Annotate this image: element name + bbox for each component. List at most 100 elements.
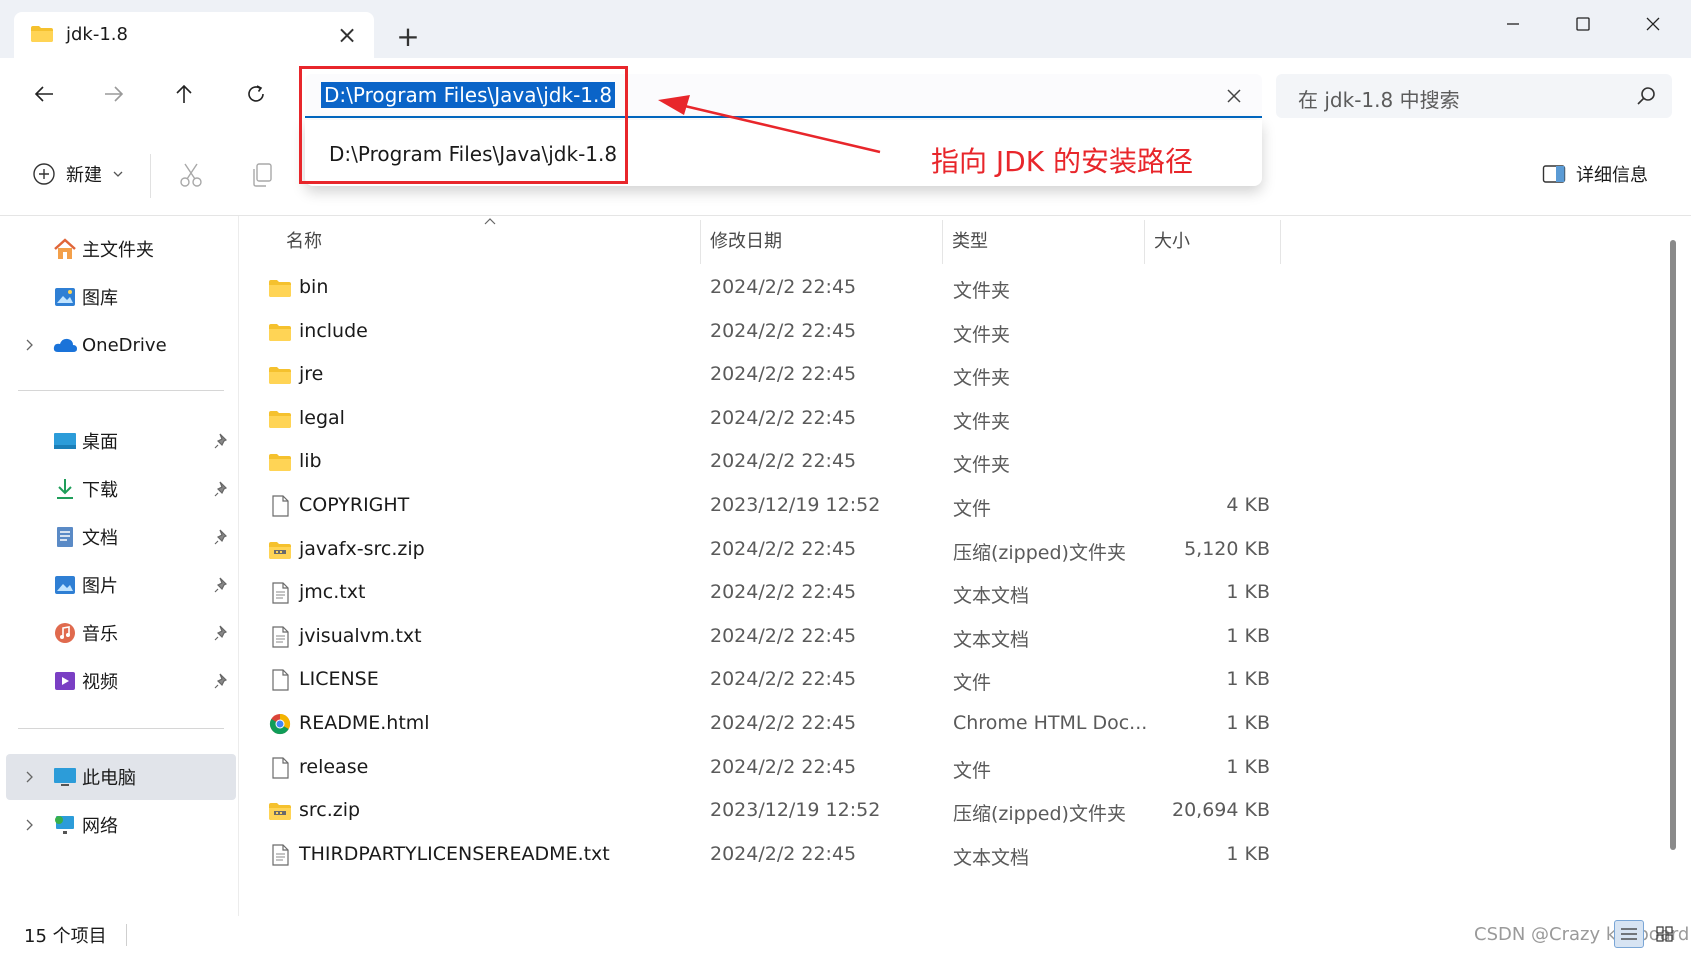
details-pane-button[interactable]: 详细信息	[1542, 158, 1648, 190]
item-count: 15 个项目	[24, 926, 107, 947]
details-label: 详细信息	[1576, 165, 1648, 186]
refresh-button[interactable]	[234, 74, 278, 114]
clear-icon[interactable]	[1220, 82, 1248, 110]
sidebar-item-home[interactable]: 主文件夹	[6, 226, 236, 272]
sidebar-item-network[interactable]: 网络	[6, 802, 236, 848]
copy-icon[interactable]	[248, 160, 278, 190]
table-row[interactable]: jre 2024/2/2 22:45 文件夹	[260, 351, 1520, 398]
details-view-button[interactable]	[1614, 920, 1644, 948]
sidebar-item-onedrive[interactable]: OneDrive	[6, 322, 236, 368]
sidebar-item-pictures[interactable]: 图片	[6, 562, 236, 608]
file-size: 20,694 KB	[1171, 799, 1270, 822]
column-divider[interactable]	[700, 220, 701, 264]
forward-button[interactable]	[92, 74, 136, 114]
sidebar-item-this-pc[interactable]: 此电脑	[6, 754, 236, 800]
table-row[interactable]: LICENSE 2024/2/2 22:45 文件 1 KB	[260, 656, 1520, 703]
maximize-button[interactable]	[1560, 8, 1606, 40]
table-row[interactable]: release 2024/2/2 22:45 文件 1 KB	[260, 744, 1520, 791]
close-window-button[interactable]	[1630, 8, 1676, 40]
pin-icon[interactable]	[214, 577, 230, 593]
new-button[interactable]: 新建	[32, 158, 124, 190]
search-icon[interactable]	[1636, 85, 1658, 107]
file-name[interactable]: bin	[299, 276, 328, 298]
download-icon	[57, 479, 73, 499]
column-divider[interactable]	[1280, 220, 1281, 264]
chevron-right-icon[interactable]	[22, 818, 36, 832]
vertical-scrollbar[interactable]	[1664, 216, 1682, 916]
column-header-type[interactable]: 类型	[952, 224, 988, 260]
table-row[interactable]: javafx-src.zip 2024/2/2 22:45 压缩(zipped)文件…	[260, 526, 1520, 573]
tiles-view-icon	[1656, 926, 1673, 942]
back-button[interactable]	[22, 74, 66, 114]
pin-icon[interactable]	[214, 529, 230, 545]
file-name[interactable]: README.html	[299, 712, 430, 734]
folder-icon	[268, 363, 292, 387]
table-row[interactable]: bin 2024/2/2 22:45 文件夹	[260, 264, 1520, 311]
file-name[interactable]: include	[299, 320, 368, 342]
file-type: 文本文档	[953, 846, 1030, 869]
file-name[interactable]: javafx-src.zip	[299, 538, 425, 560]
table-row[interactable]: THIRDPARTYLICENSEREADME.txt 2024/2/2 22:4…	[260, 831, 1520, 878]
close-tab-icon[interactable]: ×	[332, 20, 362, 50]
sidebar-item-documents[interactable]: 文档	[6, 514, 236, 560]
file-name[interactable]: COPYRIGHT	[299, 494, 409, 516]
network-icon	[55, 816, 74, 834]
column-divider[interactable]	[942, 220, 943, 264]
table-row[interactable]: legal 2024/2/2 22:45 文件夹	[260, 395, 1520, 442]
search-box[interactable]: 在 jdk-1.8 中搜索	[1276, 74, 1672, 118]
file-size: 1 KB	[1226, 842, 1270, 865]
file-name[interactable]: LICENSE	[299, 668, 379, 690]
file-name[interactable]: src.zip	[299, 799, 360, 821]
file-name[interactable]: jvisualvm.txt	[299, 625, 422, 647]
file-icon	[268, 494, 292, 518]
table-row[interactable]: README.html 2024/2/2 22:45 Chrome HTML Doc…	[260, 700, 1520, 747]
tab-jdk[interactable]: jdk-1.8 ×	[14, 12, 374, 58]
chevron-right-icon[interactable]	[22, 770, 36, 784]
file-icon	[268, 668, 292, 692]
sidebar-item-videos[interactable]: 视频	[6, 658, 236, 704]
file-size: 5,120 KB	[1184, 537, 1270, 560]
sidebar-item-desktop[interactable]: 桌面	[6, 418, 236, 464]
tiles-view-button[interactable]	[1650, 920, 1680, 948]
file-type: 文件	[953, 498, 992, 520]
table-row[interactable]: COPYRIGHT 2023/12/19 12:52 文件 4 KB	[260, 482, 1520, 529]
file-size: 1 KB	[1226, 624, 1270, 647]
sidebar-item-music[interactable]: 音乐	[6, 610, 236, 656]
file-name[interactable]: jre	[299, 363, 323, 385]
table-row[interactable]: jmc.txt 2024/2/2 22:45 文本文档 1 KB	[260, 569, 1520, 616]
pin-icon[interactable]	[214, 481, 230, 497]
search-input[interactable]: 在 jdk-1.8 中搜索	[1298, 84, 1460, 113]
file-name[interactable]: legal	[299, 407, 345, 429]
column-header-size[interactable]: 大小	[1154, 224, 1190, 260]
maximize-icon	[1576, 17, 1590, 31]
cut-icon[interactable]	[176, 160, 206, 190]
file-name[interactable]: jmc.txt	[299, 581, 365, 603]
table-row[interactable]: include 2024/2/2 22:45 文件夹	[260, 308, 1520, 355]
table-row[interactable]: src.zip 2023/12/19 12:52 压缩(zipped)文件夹 20,6…	[260, 787, 1520, 834]
new-tab-button[interactable]: +	[390, 20, 426, 56]
pin-icon[interactable]	[214, 625, 230, 641]
sidebar-item-downloads[interactable]: 下载	[6, 466, 236, 512]
column-header-date[interactable]: 修改日期	[710, 224, 782, 260]
file-type: 文本文档	[953, 585, 1030, 608]
pin-icon[interactable]	[214, 433, 230, 449]
column-header-name[interactable]: 名称	[286, 224, 322, 260]
table-row[interactable]: jvisualvm.txt 2024/2/2 22:45 文本文档 1 KB	[260, 613, 1520, 660]
up-button[interactable]	[162, 74, 206, 114]
sidebar-item-label: 视频	[82, 672, 118, 693]
file-type: Chrome HTML Doc...	[953, 712, 1148, 734]
column-divider[interactable]	[1144, 220, 1145, 264]
table-row[interactable]: lib 2024/2/2 22:45 文件夹	[260, 438, 1520, 485]
chevron-right-icon[interactable]	[22, 338, 36, 352]
file-date: 2023/12/19 12:52	[710, 799, 881, 822]
pin-icon[interactable]	[214, 673, 230, 689]
sidebar-item-gallery[interactable]: 图库	[6, 274, 236, 320]
file-name[interactable]: THIRDPARTYLICENSEREADME.txt	[299, 843, 610, 865]
file-size: 1 KB	[1226, 668, 1270, 691]
sidebar-item-label: 图库	[82, 288, 118, 309]
file-name[interactable]: lib	[299, 450, 322, 472]
minimize-button[interactable]	[1490, 8, 1536, 40]
file-name[interactable]: release	[299, 756, 368, 778]
cloud-icon	[53, 338, 77, 352]
scrollbar-thumb[interactable]	[1670, 240, 1676, 850]
